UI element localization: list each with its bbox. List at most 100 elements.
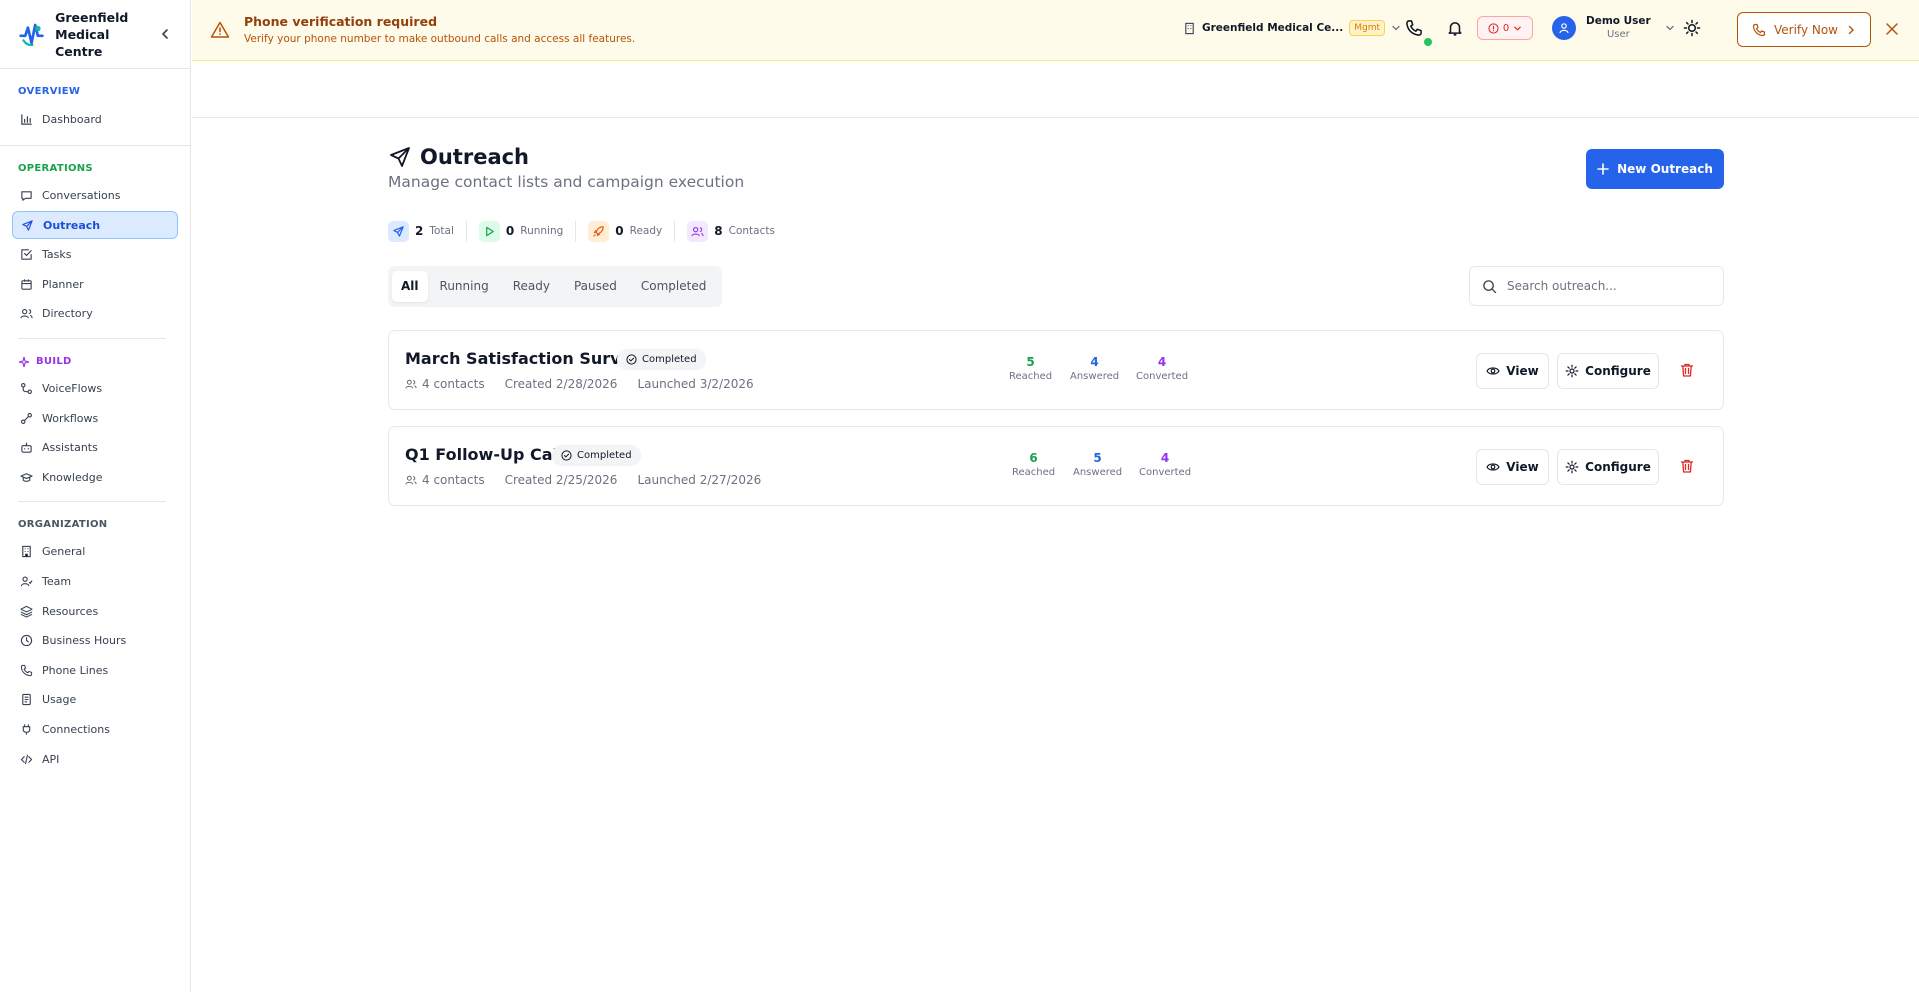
sidebar-item-outreach[interactable]: Outreach: [12, 211, 178, 240]
trash-icon[interactable]: [1679, 362, 1695, 378]
view-label: View: [1506, 460, 1539, 474]
view-button[interactable]: View: [1476, 353, 1549, 389]
sidebar-item-conversations[interactable]: Conversations: [12, 182, 178, 210]
tab-all[interactable]: All: [392, 271, 428, 302]
send-icon: [22, 219, 33, 231]
alerts-dropdown[interactable]: 0: [1477, 16, 1533, 40]
brand-logo-icon: [19, 23, 44, 47]
workflow-icon: [21, 412, 32, 424]
sidebar-item-label: Tasks: [42, 248, 72, 262]
collapse-sidebar-button[interactable]: [158, 26, 172, 42]
rocket-icon: [593, 225, 604, 237]
users-icon: [20, 309, 33, 319]
campaign-card: March Satisfaction Survey Completed 4 co…: [388, 330, 1724, 410]
metric-label: Converted: [1136, 371, 1189, 382]
sidebar-item-label: VoiceFlows: [42, 382, 103, 396]
metric-converted: 4 Converted: [1139, 450, 1191, 480]
new-outreach-button[interactable]: New Outreach: [1586, 149, 1724, 189]
banner-title: Phone verification required: [244, 14, 438, 29]
configure-button[interactable]: Configure: [1557, 449, 1659, 485]
stat-icon-box: [687, 220, 709, 242]
organization-switcher[interactable]: Greenfield Medical Ce... Mgmt: [1183, 16, 1401, 40]
sidebar-item-usage[interactable]: Usage: [12, 686, 178, 714]
chart-icon: [21, 113, 32, 125]
eye-icon: [1486, 463, 1500, 471]
check-circle-icon: [626, 354, 637, 365]
sidebar-item-general[interactable]: General: [12, 538, 178, 566]
stat-icon-box: [478, 220, 500, 242]
metric-value: 6: [1029, 451, 1038, 465]
users-icon: [691, 226, 704, 236]
section-label-build: BUILD: [0, 353, 190, 371]
verify-now-button[interactable]: Verify Now: [1737, 12, 1871, 47]
sidebar-item-label: General: [42, 545, 86, 559]
search-input[interactable]: [1507, 279, 1707, 293]
sidebar-item-team[interactable]: Team: [12, 568, 178, 596]
stat-label: Total: [429, 225, 454, 237]
send-icon: [393, 225, 404, 237]
sidebar-item-dashboard[interactable]: Dashboard: [12, 105, 178, 133]
sidebar-item-resources[interactable]: Resources: [12, 597, 178, 625]
sidebar-item-planner[interactable]: Planner: [12, 270, 178, 298]
sidebar-item-api[interactable]: API: [12, 745, 178, 773]
configure-label: Configure: [1585, 364, 1651, 378]
sidebar-item-label: API: [42, 752, 60, 766]
calendar-icon: [21, 279, 32, 290]
send-icon: [390, 147, 410, 167]
section-label-organization: ORGANIZATION: [18, 518, 108, 530]
sidebar-item-tasks[interactable]: Tasks: [12, 241, 178, 269]
metric-label: Answered: [1070, 371, 1120, 382]
sidebar-item-directory[interactable]: Directory: [12, 300, 178, 328]
stat-total: 2 Total: [388, 220, 467, 242]
campaign-meta: 4 contacts Created 2/25/2026 Launched 2/…: [405, 473, 781, 487]
sidebar-item-phone-lines[interactable]: Phone Lines: [12, 656, 178, 684]
configure-button[interactable]: Configure: [1557, 353, 1659, 389]
tab-ready[interactable]: Ready: [501, 271, 562, 302]
stat-ready: 0 Ready: [588, 220, 676, 242]
sidebar-item-label: Workflows: [42, 411, 99, 425]
tab-completed[interactable]: Completed: [629, 271, 718, 302]
stat-contacts: 8 Contacts: [687, 220, 787, 242]
section-label-build-text: BUILD: [36, 355, 72, 367]
close-icon[interactable]: [1885, 22, 1899, 36]
metric-value: 4: [1160, 451, 1170, 465]
sidebar: Greenfield Medical Centre OVERVIEW Dashb…: [0, 0, 191, 992]
phone-icon: [1752, 23, 1766, 36]
sidebar-item-label: Team: [42, 575, 72, 589]
flow-icon: [21, 383, 32, 395]
campaign-title: March Satisfaction Survey: [405, 349, 642, 368]
view-button[interactable]: View: [1476, 449, 1549, 485]
sidebar-item-workflows[interactable]: Workflows: [12, 404, 178, 432]
stat-value: 2: [415, 224, 424, 238]
sidebar-item-knowledge[interactable]: Knowledge: [12, 463, 178, 491]
user-role: User: [1606, 29, 1630, 40]
warning-icon: [210, 21, 230, 38]
phone-icon[interactable]: [1405, 19, 1423, 37]
sidebar-item-voiceflows[interactable]: VoiceFlows: [12, 375, 178, 403]
metric-label: Answered: [1073, 467, 1123, 478]
page-subtitle: Manage contact lists and campaign execut…: [388, 173, 745, 191]
brand-name: Greenfield Medical Centre: [55, 9, 129, 59]
sidebar-item-label: Planner: [42, 277, 84, 291]
org-role-badge: Mgmt: [1349, 20, 1386, 36]
page-header: Outreach: [388, 145, 529, 169]
sidebar-item-business-hours[interactable]: Business Hours: [12, 627, 178, 655]
user-menu[interactable]: Demo User User: [1552, 12, 1675, 44]
trash-icon[interactable]: [1679, 458, 1695, 474]
tab-running[interactable]: Running: [428, 271, 501, 302]
created-date: Created 2/25/2026: [504, 473, 618, 487]
sidebar-item-label: Directory: [42, 307, 93, 321]
sidebar-item-label: Dashboard: [42, 112, 102, 126]
stat-icon-box: [588, 220, 610, 242]
stat-running: 0 Running: [478, 220, 577, 242]
sun-icon[interactable]: [1683, 19, 1701, 37]
sidebar-item-connections[interactable]: Connections: [12, 716, 178, 744]
tab-paused[interactable]: Paused: [562, 271, 629, 302]
check-square-icon: [21, 249, 32, 260]
sidebar-item-assistants[interactable]: Assistants: [12, 434, 178, 462]
banner-description: Verify your phone number to make outboun…: [244, 33, 636, 45]
bell-icon[interactable]: [1446, 19, 1464, 37]
sidebar-item-label: Usage: [42, 693, 77, 707]
code-icon: [20, 754, 33, 764]
stat-label: Running: [520, 225, 564, 237]
